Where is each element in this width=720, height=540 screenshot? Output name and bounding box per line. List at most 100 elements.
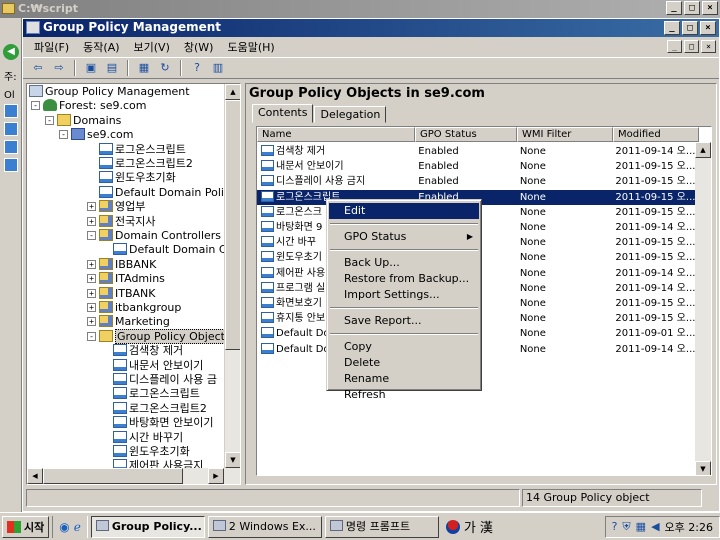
taskbar-button[interactable]: 2 Windows Ex... [207,515,322,538]
tree-node[interactable]: Default Domain Policy [99,185,237,200]
help-icon[interactable]: ? [188,60,206,76]
scroll-down-arrow[interactable]: ▼ [695,461,711,475]
tree-node[interactable]: 로그온스크립트 [99,142,186,157]
tree-node[interactable]: 디스플레이 사용 금 [113,373,217,387]
forward-icon[interactable]: ⇨ [50,60,68,76]
table-row[interactable]: 내문서 안보이기 Enabled None 2011-09-15 오... [257,159,697,174]
tree-node[interactable]: + ITAdmins [87,272,165,286]
context-menu-item-copy[interactable]: Copy [329,339,479,355]
scroll-thumb[interactable] [225,100,240,350]
tree-node[interactable]: - se9.com [59,128,134,142]
internet-explorer-icon[interactable]: ℯ [74,520,81,534]
collapse-icon[interactable]: - [59,130,68,140]
list-vertical-scrollbar[interactable]: ▲ ▼ [695,142,711,475]
refresh-icon[interactable]: ↻ [156,60,174,76]
scroll-left-arrow[interactable]: ◀ [27,468,43,484]
security-shield-icon[interactable]: ⛨ [622,520,630,534]
expand-icon[interactable]: + [87,303,96,312]
tree-node[interactable]: + Marketing [87,315,170,329]
column-header-gpo-status[interactable]: GPO Status [415,127,517,142]
column-header-modified[interactable]: Modified [613,127,699,142]
tree-node[interactable]: - Group Policy Objects [87,328,233,344]
export-list-icon[interactable]: ▥ [209,60,227,76]
tree-node[interactable]: - Domain Controllers [87,229,221,243]
tree-node[interactable]: 바탕화면 안보이기 [113,416,213,430]
menu-help[interactable]: 도움말(H) [220,39,281,55]
context-menu-item-save-report[interactable]: Save Report... [329,313,479,329]
gpo-list[interactable]: Name GPO Status WMI Filter Modified 검색창 … [256,126,712,476]
menu-action[interactable]: 동작(A) [76,39,126,55]
collapse-icon[interactable]: - [87,231,96,240]
hanja-mode[interactable]: 漢 [480,517,493,536]
menu-view[interactable]: 보기(V) [127,39,177,55]
expand-icon[interactable]: + [87,202,96,212]
column-header-name[interactable]: Name [257,127,415,142]
tree-vertical-scrollbar[interactable]: ▲ ▼ [224,84,240,484]
context-menu-item-rename[interactable]: Rename [329,371,479,387]
help-icon[interactable]: ? [612,520,618,533]
tree-node[interactable]: Group Policy Management [29,85,190,99]
hangul-mode[interactable]: 가 [464,517,476,536]
menu-file[interactable]: 파일(F) [27,39,76,55]
volume-icon[interactable]: ◀ [651,520,659,533]
tree-node[interactable]: 시간 바꾸기 [113,430,183,445]
tree-node[interactable]: 검색창 제거 [113,344,183,358]
table-row[interactable]: 디스플레이 사용 금지 Enabled None 2011-09-15 오... [257,174,697,189]
tree-node[interactable]: + 영업부 [87,200,145,214]
tree-node[interactable]: + 전국지사 [87,214,155,229]
expand-icon[interactable]: + [87,288,96,298]
window-titlebar[interactable]: Group Policy Management _ □ × [23,19,719,37]
expand-icon[interactable]: + [87,259,96,269]
minimize-button[interactable]: _ [664,21,680,35]
close-button[interactable]: × [700,21,716,35]
tree-node[interactable]: 로그온스크립트2 [113,401,207,416]
script-file-icon[interactable] [4,140,18,154]
close-button[interactable]: × [702,1,718,15]
context-menu-item-back-up[interactable]: Back Up... [329,255,479,271]
context-menu-item-delete[interactable]: Delete [329,355,479,371]
scroll-down-arrow[interactable]: ▼ [225,452,240,468]
tree-node[interactable]: - Domains [45,113,121,128]
context-menu-item-restore-from-backup[interactable]: Restore from Backup... [329,271,479,287]
context-menu-item-edit[interactable]: Edit [329,203,479,219]
start-button[interactable]: 시작 [2,515,50,538]
maximize-button[interactable]: □ [682,21,698,35]
tree-node[interactable]: - Forest: se9.com [31,99,146,113]
tab-contents[interactable]: Contents [252,104,314,123]
tree-node[interactable]: 윈도우초기화 [99,171,176,185]
collapse-icon[interactable]: - [45,115,54,125]
script-file-icon[interactable] [4,122,18,136]
expand-icon[interactable]: + [87,216,96,226]
column-header-wmi-filter[interactable]: WMI Filter [517,127,613,142]
tree-node[interactable]: 윈도우초기화 [113,445,190,459]
taskbar-button[interactable]: Group Policy... [90,515,205,538]
taskbar-button[interactable]: 명령 프롬프트 [324,515,439,538]
script-file-icon[interactable] [4,104,18,118]
child-close-button[interactable]: × [701,40,716,53]
child-minimize-button[interactable]: _ [667,40,682,53]
properties-icon[interactable]: ▦ [135,60,153,76]
back-icon[interactable]: ⇦ [29,60,47,76]
tree-node[interactable]: + ITBANK [87,286,155,301]
tree-node[interactable]: Default Domain Co [113,243,233,257]
context-menu-item-import-settings[interactable]: Import Settings... [329,287,479,303]
tree-node[interactable]: 로그온스크립트 [113,387,200,401]
tree-node[interactable]: + itbankgroup [87,301,181,315]
collapse-icon[interactable]: - [87,331,96,341]
up-icon[interactable]: ▣ [82,60,100,76]
tree-horizontal-scrollbar[interactable]: ◀ ▶ [27,468,240,484]
tree-node[interactable]: + IBBANK [87,257,156,272]
scroll-up-arrow[interactable]: ▲ [225,84,240,100]
korean-ime-icon[interactable] [445,519,460,534]
context-menu-item-gpo-status[interactable]: GPO Status ▶ [329,229,479,245]
collapse-icon[interactable]: - [31,101,40,111]
tab-delegation[interactable]: Delegation [314,106,387,123]
background-window-titlebar[interactable]: C:₩script _ □ × [0,0,720,18]
console-tree[interactable]: Group Policy Management - Forest: se9.com -… [26,83,241,485]
tree-node[interactable]: 내문서 안보이기 [113,358,203,373]
menu-window[interactable]: 창(W) [177,39,221,55]
clock[interactable]: 오후 2:26 [665,519,713,535]
context-menu-item-refresh[interactable]: Refresh [329,387,479,403]
back-icon[interactable]: ◀ [3,44,19,60]
expand-icon[interactable]: + [87,274,96,284]
